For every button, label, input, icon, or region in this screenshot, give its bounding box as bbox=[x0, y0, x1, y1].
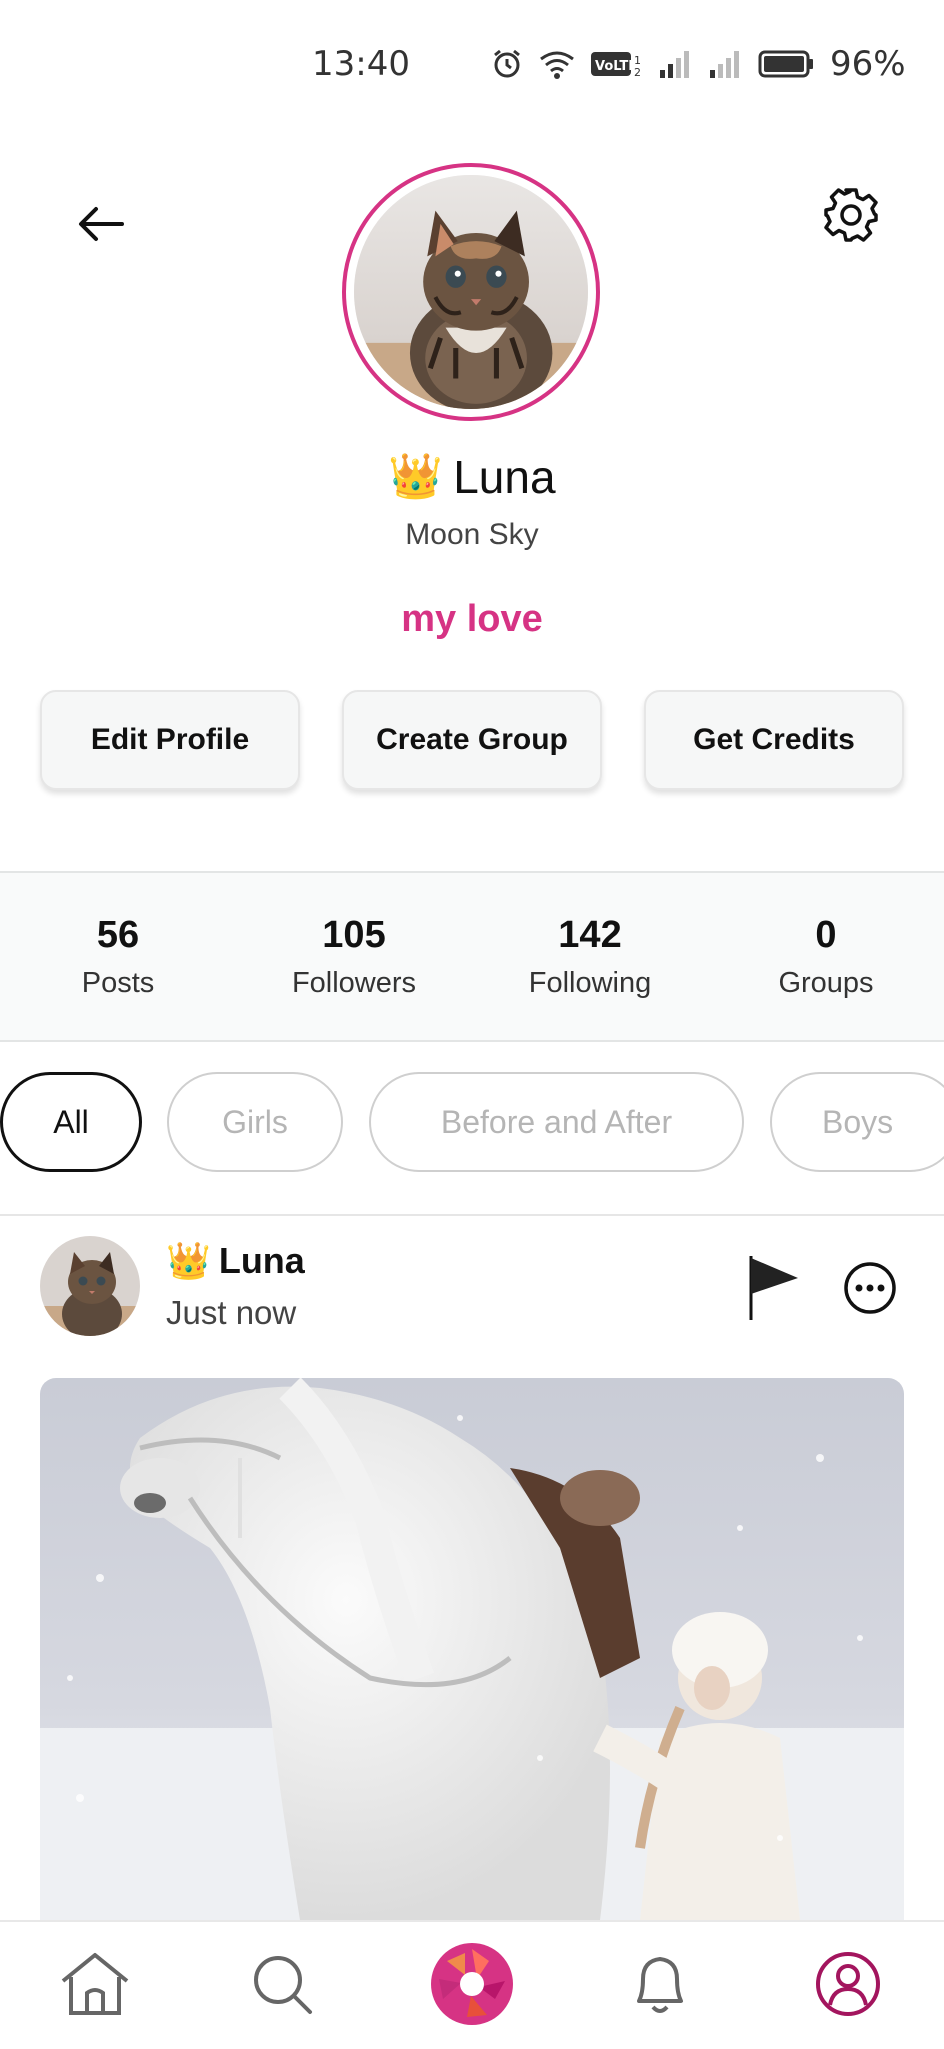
filter-chip-boys[interactable]: Boys bbox=[770, 1072, 944, 1172]
report-button[interactable] bbox=[746, 1254, 806, 1324]
stat-count: 56 bbox=[96, 913, 140, 956]
bottom-navigation bbox=[0, 1920, 944, 2049]
get-credits-button[interactable]: Get Credits bbox=[644, 690, 904, 790]
profile-icon bbox=[816, 1952, 880, 2016]
stat-label: Following bbox=[528, 966, 652, 999]
signal-icon bbox=[660, 51, 689, 78]
post-timestamp: Just now bbox=[166, 1294, 297, 1331]
profile-actions: Edit Profile Create Group Get Credits bbox=[40, 690, 904, 790]
post-author-avatar[interactable] bbox=[40, 1236, 140, 1336]
nav-notifications[interactable] bbox=[610, 1934, 710, 2034]
alarm-icon bbox=[494, 49, 520, 78]
post-image[interactable] bbox=[40, 1378, 904, 1920]
settings-button[interactable] bbox=[818, 182, 884, 248]
post-header: 👑 Luna Just now bbox=[40, 1236, 904, 1340]
nav-home[interactable] bbox=[45, 1934, 145, 2034]
profile-bio: my love bbox=[401, 598, 543, 640]
stat-label: Followers bbox=[291, 966, 417, 999]
category-filters: All Girls Before and After Boys bbox=[0, 1072, 944, 1174]
filter-chip-all[interactable]: All bbox=[0, 1072, 142, 1172]
divider bbox=[0, 1214, 944, 1216]
stat-count: 142 bbox=[558, 913, 622, 956]
create-group-button[interactable]: Create Group bbox=[342, 690, 602, 790]
stat-posts[interactable]: 56 Posts bbox=[0, 873, 236, 1040]
profile-stats: 56 Posts 105 Followers 142 Following 0 G… bbox=[0, 871, 944, 1042]
flag-icon bbox=[749, 1256, 798, 1320]
arrow-left-icon bbox=[79, 207, 124, 241]
filter-chip-girls[interactable]: Girls bbox=[167, 1072, 343, 1172]
post-author-name[interactable]: Luna bbox=[219, 1240, 305, 1282]
nav-search[interactable] bbox=[232, 1934, 332, 2034]
nav-create[interactable] bbox=[422, 1934, 522, 2034]
stat-label: Posts bbox=[81, 966, 155, 999]
profile-name: Luna bbox=[453, 451, 556, 503]
volte-icon: VoLTE 1 2 bbox=[591, 52, 641, 79]
profile-handle: Moon Sky bbox=[405, 518, 539, 551]
nav-profile[interactable] bbox=[798, 1934, 898, 2034]
search-icon bbox=[254, 1956, 312, 2014]
svg-text:2: 2 bbox=[634, 66, 641, 79]
svg-text:VoLTE: VoLTE bbox=[595, 59, 637, 74]
stat-count: 0 bbox=[815, 913, 837, 956]
status-time: 13:40 bbox=[312, 44, 410, 84]
stat-following[interactable]: 142 Following bbox=[472, 873, 708, 1040]
battery-icon bbox=[758, 50, 813, 78]
back-button[interactable] bbox=[68, 196, 134, 252]
stat-label: Groups bbox=[778, 966, 874, 999]
camera-shutter-icon bbox=[431, 1943, 513, 2025]
crown-icon: 👑 bbox=[166, 1240, 211, 1281]
battery-percent: 96% bbox=[830, 44, 906, 84]
status-bar: 13:40 VoLTE 1 2 96% bbox=[0, 0, 944, 130]
kitten-avatar-image bbox=[354, 175, 588, 409]
stat-followers[interactable]: 105 Followers bbox=[236, 873, 472, 1040]
edit-profile-button[interactable]: Edit Profile bbox=[40, 690, 300, 790]
profile-name-row: 👑 Luna bbox=[0, 450, 944, 504]
more-options-button[interactable] bbox=[842, 1260, 898, 1316]
stat-groups[interactable]: 0 Groups bbox=[708, 873, 944, 1040]
profile-avatar[interactable] bbox=[342, 163, 600, 421]
status-icons: VoLTE 1 2 96% bbox=[490, 44, 906, 84]
wifi-icon bbox=[540, 51, 574, 79]
signal-roaming-icon bbox=[710, 51, 739, 78]
home-icon bbox=[61, 1953, 129, 2015]
filter-chip-before-and-after[interactable]: Before and After bbox=[369, 1072, 744, 1172]
bell-icon bbox=[637, 1957, 683, 2013]
gear-icon bbox=[824, 188, 878, 242]
stat-count: 105 bbox=[322, 913, 386, 956]
more-dots-icon bbox=[844, 1262, 896, 1314]
post-author-row: 👑 Luna bbox=[166, 1240, 305, 1282]
crown-icon: 👑 bbox=[388, 452, 444, 501]
